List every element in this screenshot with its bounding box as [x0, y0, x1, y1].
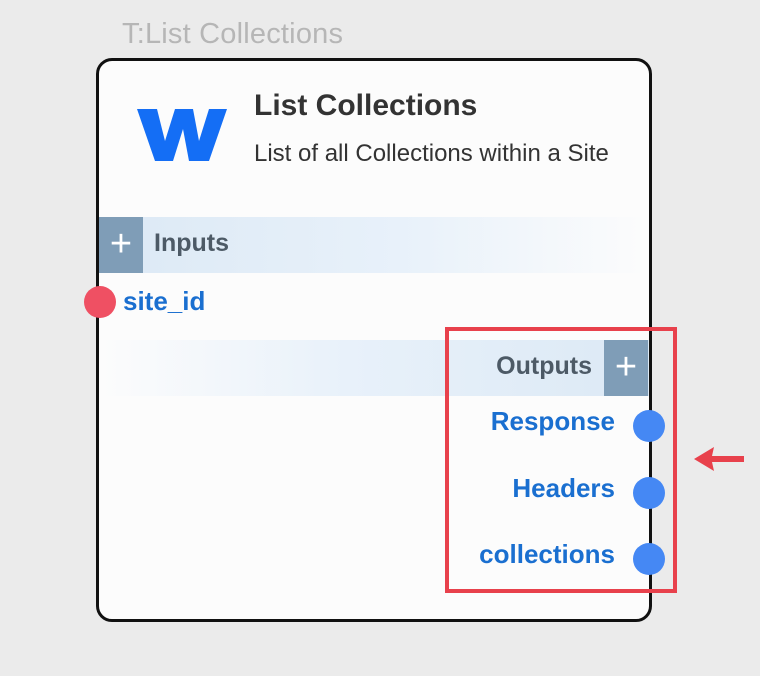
- input-port-site-id-label: site_id: [123, 286, 206, 316]
- inputs-section-header: + Inputs: [99, 217, 649, 273]
- outputs-highlight-box: [445, 327, 677, 593]
- workflow-canvas[interactable]: T:List Collections List Collections List…: [0, 0, 760, 676]
- input-port-site-id-dot[interactable]: [84, 286, 116, 318]
- node-tag-label: T:List Collections: [122, 18, 344, 50]
- add-input-button[interactable]: +: [99, 217, 143, 273]
- node-title: List Collections: [254, 89, 478, 122]
- inputs-section-label: Inputs: [154, 229, 229, 257]
- arrow-left-icon: [694, 447, 744, 471]
- webflow-logo-icon: [137, 109, 227, 161]
- node-description: List of all Collections within a Site: [254, 140, 609, 167]
